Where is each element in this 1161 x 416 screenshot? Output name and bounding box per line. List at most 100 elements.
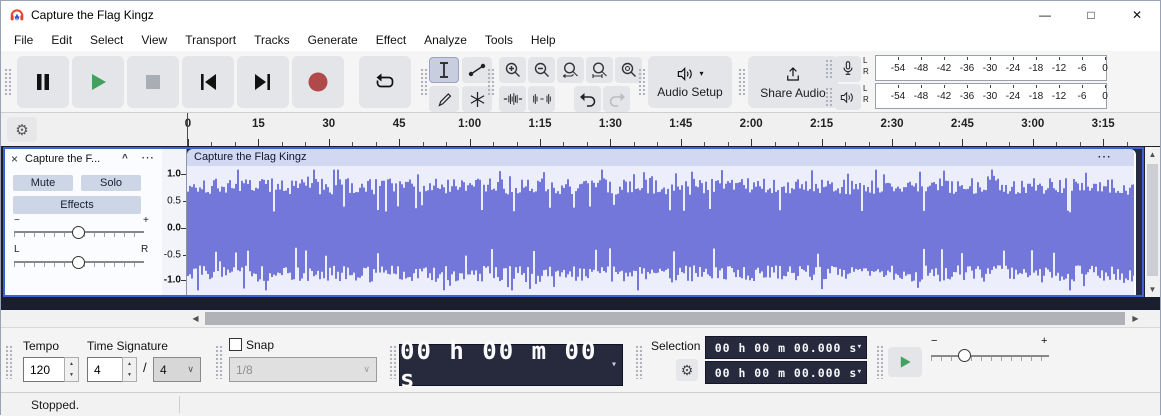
share-audio-label: Share Audio	[760, 86, 825, 100]
menu-item-analyze[interactable]: Analyze	[415, 30, 476, 50]
undo-button[interactable]	[574, 86, 601, 112]
spinner-down-icon[interactable]: ▼	[65, 370, 78, 382]
play-at-speed-grabber[interactable]	[876, 345, 883, 379]
solo-button[interactable]: Solo	[81, 175, 141, 191]
vertical-ruler[interactable]: 1.00.50.0-0.5-1.0	[162, 149, 187, 295]
track-name[interactable]: Capture the F...	[25, 153, 117, 165]
menu-item-view[interactable]: View	[132, 30, 176, 50]
track-close-icon[interactable]: ×	[11, 152, 18, 166]
caret-down-icon[interactable]: ▾	[611, 359, 617, 370]
menu-item-generate[interactable]: Generate	[299, 30, 367, 50]
ruler-label: 2:15	[810, 118, 833, 130]
meter-tick	[1013, 57, 1014, 60]
edit-toolbar-grabber[interactable]	[487, 68, 494, 96]
clip-overflow-icon[interactable]: ⋯	[1097, 149, 1112, 165]
snap-toolbar-grabber[interactable]	[215, 345, 222, 379]
pause-icon	[33, 72, 53, 92]
pause-button[interactable]	[17, 56, 69, 108]
menu-item-select[interactable]: Select	[81, 30, 132, 50]
waveform[interactable]	[187, 166, 1134, 295]
silence-audio-button[interactable]	[528, 86, 555, 112]
tempo-spinner[interactable]: ▲ ▼	[64, 357, 79, 382]
timeline-ruler[interactable]: ⚙ 01530451:001:151:301:452:002:152:302:4…	[1, 113, 1160, 146]
selection-start-field[interactable]: 00 h 00 m 00.000 s ▾	[705, 336, 867, 359]
playback-meter[interactable]: -54-48-42-36-30-24-18-12-60	[875, 83, 1107, 109]
spinner-down-icon[interactable]: ▼	[123, 370, 136, 382]
playback-meter-speaker-button[interactable]	[835, 84, 861, 110]
stop-button[interactable]	[127, 56, 179, 108]
record-meter-grabber[interactable]	[825, 59, 832, 79]
time-toolbar-grabber[interactable]	[5, 345, 12, 379]
zoom-out-button[interactable]	[528, 57, 555, 83]
scroll-up-icon[interactable]: ▲	[1145, 147, 1160, 162]
selection-toolbar-grabber[interactable]	[635, 345, 642, 379]
minimize-button[interactable]: —	[1022, 1, 1068, 29]
meter-scale-number: -18	[1029, 91, 1043, 102]
audio-setup-button[interactable]: ▾ Audio Setup	[648, 56, 732, 108]
record-button[interactable]	[292, 56, 344, 108]
tempo-input[interactable]: 120	[23, 357, 65, 382]
transport-toolbar-grabber[interactable]	[4, 68, 11, 96]
mute-button[interactable]: Mute	[13, 175, 73, 191]
menu-item-tools[interactable]: Tools	[476, 30, 522, 50]
spinner-up-icon[interactable]: ▲	[123, 358, 136, 370]
skip-to-start-button[interactable]	[182, 56, 234, 108]
clip-title-bar[interactable]: Capture the Flag Kingz ⋯	[187, 149, 1134, 166]
selection-tool-button[interactable]	[429, 57, 459, 83]
snap-interval-dropdown[interactable]: 1/8 ∨	[229, 357, 377, 382]
record-meter-mic-button[interactable]	[835, 56, 861, 82]
time-signature-upper-input[interactable]: 4	[87, 357, 123, 382]
vertical-scrollbar[interactable]: ▲ ▼	[1145, 147, 1160, 297]
fit-project-button[interactable]	[586, 57, 613, 83]
time-display[interactable]: 00 h 00 m 00 s ▾	[399, 344, 623, 386]
loop-button[interactable]	[359, 56, 411, 108]
play-button[interactable]	[72, 56, 124, 108]
skip-to-end-button[interactable]	[237, 56, 289, 108]
pan-slider-knob[interactable]	[72, 256, 85, 269]
trim-audio-button[interactable]	[499, 86, 526, 112]
effects-button[interactable]: Effects	[13, 196, 141, 214]
maximize-button[interactable]: □	[1068, 1, 1114, 29]
track-collapse-icon[interactable]: ^	[122, 153, 128, 164]
menu-item-transport[interactable]: Transport	[176, 30, 245, 50]
menu-item-tracks[interactable]: Tracks	[245, 30, 299, 50]
gain-slider-knob[interactable]	[72, 226, 85, 239]
time-display-grabber[interactable]	[389, 345, 396, 379]
selection-options-button[interactable]: ⚙	[676, 359, 698, 381]
tools-toolbar-grabber[interactable]	[420, 68, 427, 96]
scroll-down-icon[interactable]: ▼	[1145, 282, 1160, 297]
track-menu-icon[interactable]: ⋯	[141, 150, 154, 166]
speed-slider-knob[interactable]	[958, 349, 971, 362]
share-audio-toolbar-grabber[interactable]	[738, 68, 745, 96]
selection-end-field[interactable]: 00 h 00 m 00.000 s ▾	[705, 361, 867, 384]
record-meter-lr-label: LR	[863, 55, 869, 77]
horizontal-scrollbar-thumb[interactable]	[205, 312, 1125, 325]
menu-item-help[interactable]: Help	[522, 30, 565, 50]
close-button[interactable]: ✕	[1114, 1, 1160, 29]
menu-item-edit[interactable]: Edit	[42, 30, 81, 50]
audio-setup-toolbar-grabber[interactable]	[638, 68, 645, 96]
meter-scale-number: 0	[1102, 91, 1108, 102]
audio-clip[interactable]: Capture the Flag Kingz ⋯	[187, 149, 1136, 295]
redo-button[interactable]	[603, 86, 630, 112]
scroll-left-icon[interactable]: ◀	[187, 310, 204, 327]
vertical-scrollbar-thumb[interactable]	[1147, 164, 1158, 276]
play-at-speed-button[interactable]	[888, 347, 922, 377]
menu-item-file[interactable]: File	[5, 30, 42, 50]
scroll-right-icon[interactable]: ▶	[1127, 310, 1144, 327]
speaker-icon	[840, 90, 856, 105]
snap-checkbox[interactable]	[229, 338, 242, 351]
record-meter[interactable]: -54-48-42-36-30-24-18-12-60	[875, 55, 1107, 81]
zoom-to-selection-button[interactable]	[557, 57, 584, 83]
draw-tool-button[interactable]	[429, 86, 459, 112]
caret-down-icon[interactable]: ▾	[857, 367, 862, 377]
menu-item-effect[interactable]: Effect	[367, 30, 415, 50]
time-signature-spinner[interactable]: ▲ ▼	[122, 357, 137, 382]
zoom-in-button[interactable]	[499, 57, 526, 83]
spinner-up-icon[interactable]: ▲	[65, 358, 78, 370]
caret-down-icon[interactable]: ▾	[857, 342, 862, 352]
time-signature-lower-dropdown[interactable]: 4 ∨	[153, 357, 201, 382]
playback-meter-grabber[interactable]	[825, 87, 832, 107]
timeline-options-button[interactable]: ⚙	[7, 117, 37, 142]
horizontal-scrollbar[interactable]: ◀ ▶	[1, 310, 1160, 327]
